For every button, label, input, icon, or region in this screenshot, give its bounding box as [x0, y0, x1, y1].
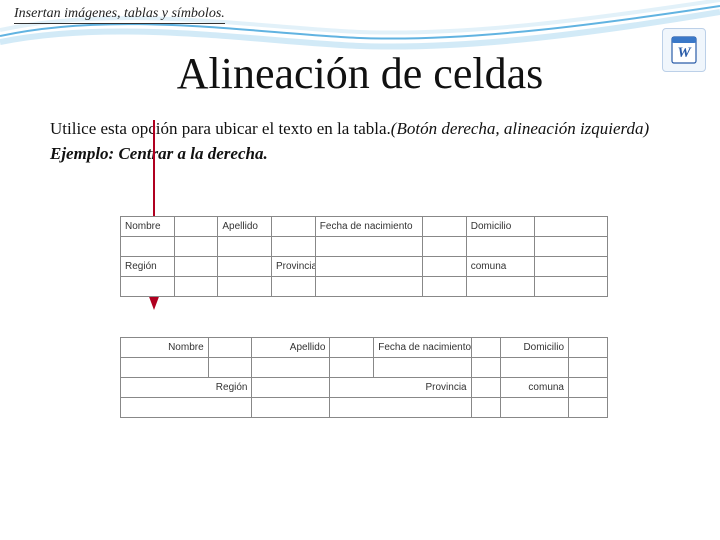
cell	[121, 277, 175, 297]
cell-label: comuna	[466, 257, 534, 277]
table-right-aligned: Nombre Apellido Fecha de nacimiento Domi…	[120, 337, 608, 418]
cell-label: Nombre	[121, 217, 175, 237]
cell	[208, 358, 252, 378]
cell	[218, 277, 272, 297]
table-row: Región Provincia comuna	[121, 378, 608, 398]
body-line1: Utilice esta opción para ubicar el texto…	[50, 119, 391, 138]
cell	[534, 217, 607, 237]
cell	[174, 217, 218, 237]
cell	[271, 217, 315, 237]
cell	[466, 277, 534, 297]
cell	[252, 398, 330, 418]
cell	[569, 338, 608, 358]
cell-label: Apellido	[252, 338, 330, 358]
cell	[271, 237, 315, 257]
cell	[330, 358, 374, 378]
cell	[252, 358, 330, 378]
cell	[271, 277, 315, 297]
cell	[315, 257, 422, 277]
cell	[422, 257, 466, 277]
cell	[422, 217, 466, 237]
cell	[569, 378, 608, 398]
cell	[208, 338, 252, 358]
cell	[218, 237, 272, 257]
cell-label: Apellido	[218, 217, 272, 237]
cell	[534, 257, 607, 277]
cell	[471, 378, 500, 398]
cell-label: Provincia	[330, 378, 471, 398]
cell-label: comuna	[500, 378, 568, 398]
cell	[330, 338, 374, 358]
page-title: Alineación de celdas	[0, 48, 720, 99]
cell	[174, 237, 218, 257]
cell	[422, 237, 466, 257]
cell-label: Fecha de nacimiento	[315, 217, 422, 237]
cell-label: Provincia	[271, 257, 315, 277]
table-row	[121, 237, 608, 257]
table-gap	[120, 297, 608, 337]
cell-label: Fecha de nacimiento	[374, 338, 471, 358]
cell	[330, 398, 471, 418]
cell	[315, 277, 422, 297]
cell	[174, 257, 218, 277]
cell-label: Domicilio	[500, 338, 568, 358]
cell	[374, 358, 471, 378]
cell	[174, 277, 218, 297]
cell	[422, 277, 466, 297]
cell-label: Región	[121, 378, 252, 398]
cell	[534, 237, 607, 257]
breadcrumb: Insertan imágenes, tablas y símbolos.	[14, 6, 225, 24]
table-row: Nombre Apellido Fecha de nacimiento Domi…	[121, 217, 608, 237]
cell	[121, 237, 175, 257]
cell	[471, 398, 500, 418]
body-paren: (Botón derecha, alineación izquierda)	[391, 119, 649, 138]
cell	[315, 237, 422, 257]
cell	[569, 358, 608, 378]
body-text: Utilice esta opción para ubicar el texto…	[50, 118, 670, 166]
table-row: Nombre Apellido Fecha de nacimiento Domi…	[121, 338, 608, 358]
table-row	[121, 277, 608, 297]
cell-label: Nombre	[121, 338, 209, 358]
table-row: Región Provincia comuna	[121, 257, 608, 277]
slide: Insertan imágenes, tablas y símbolos. W …	[0, 0, 720, 540]
cell	[466, 237, 534, 257]
cell-label: Domicilio	[466, 217, 534, 237]
table-left-aligned: Nombre Apellido Fecha de nacimiento Domi…	[120, 216, 608, 297]
cell	[500, 358, 568, 378]
cell	[471, 358, 500, 378]
cell-label: Región	[121, 257, 175, 277]
example-line: Ejemplo: Centrar a la derecha.	[50, 143, 670, 166]
cell	[121, 398, 252, 418]
cell	[252, 378, 330, 398]
cell	[500, 398, 568, 418]
table-row	[121, 398, 608, 418]
cell	[534, 277, 607, 297]
cell	[569, 398, 608, 418]
cell	[121, 358, 209, 378]
table-row	[121, 358, 608, 378]
cell	[471, 338, 500, 358]
tables-area: Nombre Apellido Fecha de nacimiento Domi…	[120, 216, 608, 418]
cell	[218, 257, 272, 277]
